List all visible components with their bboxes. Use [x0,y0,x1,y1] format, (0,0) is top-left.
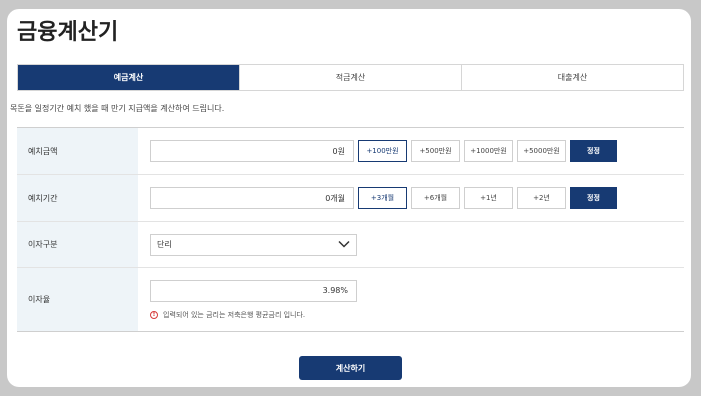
interest-type-value: 단리 [157,240,172,249]
reset-period-button[interactable]: 정정 [570,187,617,209]
rate-notice-text: 입력되어 있는 금리는 저축은행 평균금리 입니다. [163,310,306,319]
calculate-button[interactable]: 계산하기 [299,356,402,380]
reset-amount-button[interactable]: 정정 [570,140,617,162]
row-interest-type: 이자구분 단리 [17,222,684,268]
calculator-tabs: 예금계산 적금계산 대출계산 [17,64,684,91]
interest-rate-input[interactable]: 3.98% [150,279,357,302]
page-title: 금융계산기 [17,20,119,45]
chevron-down-icon [338,240,350,250]
tab-savings[interactable]: 적금계산 [239,65,461,90]
tab-loan[interactable]: 대출계산 [461,65,683,90]
calculator-form: 예치금액 0원 +100만원 +500만원 +1000만원 +5000만원 정정… [17,127,684,332]
alert-circle-icon: ! [150,310,158,319]
add-2years-button[interactable]: +2년 [517,187,566,209]
add-1year-button[interactable]: +1년 [464,187,513,209]
label-interest-rate: 이자율 [17,268,138,331]
row-deposit-amount: 예치금액 0원 +100만원 +500만원 +1000만원 +5000만원 정정 [17,128,684,175]
row-interest-rate: 이자율 3.98% ! 입력되어 있는 금리는 저축은행 평균금리 입니다. [17,268,684,332]
rate-notice: ! 입력되어 있는 금리는 저축은행 평균금리 입니다. [150,310,357,320]
add-500-button[interactable]: +500만원 [411,140,460,162]
interest-type-select[interactable]: 단리 [150,233,357,256]
tab-deposit[interactable]: 예금계산 [18,65,239,90]
deposit-period-input[interactable]: 0개월 [150,187,354,209]
add-100-button[interactable]: +100만원 [358,140,407,162]
add-5000-button[interactable]: +5000만원 [517,140,566,162]
page-description: 목돈을 일정기간 예치 했을 때 만기 지급액을 계산하여 드립니다. [10,104,225,113]
label-deposit-amount: 예치금액 [17,128,138,174]
label-deposit-period: 예치기간 [17,175,138,221]
add-1000-button[interactable]: +1000만원 [464,140,513,162]
deposit-amount-input[interactable]: 0원 [150,140,354,162]
add-3months-button[interactable]: +3개월 [358,187,407,209]
label-interest-type: 이자구분 [17,222,138,267]
row-deposit-period: 예치기간 0개월 +3개월 +6개월 +1년 +2년 정정 [17,175,684,222]
add-6months-button[interactable]: +6개월 [411,187,460,209]
